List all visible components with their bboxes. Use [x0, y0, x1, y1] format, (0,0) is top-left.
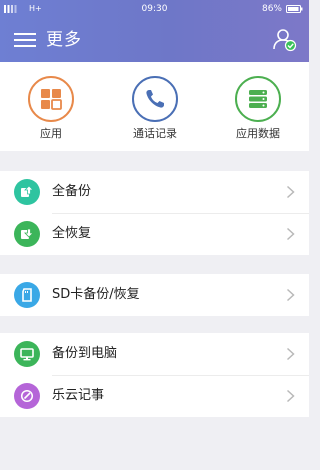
app-bar: 更多 [0, 20, 309, 60]
quick-actions: 应用 通话记录 应用数据 [0, 62, 309, 151]
list-item-sd-card[interactable]: SD卡备份/恢复 [0, 274, 309, 316]
sd-card-icon [14, 282, 40, 308]
list-item-label: 全恢复 [52, 226, 92, 241]
quick-action-label: 通话记录 [133, 127, 177, 140]
battery-icon [286, 5, 303, 13]
chevron-right-icon [286, 288, 295, 302]
apps-grid-icon [28, 76, 74, 122]
quick-action-app-data[interactable]: 应用数据 [218, 76, 298, 146]
menu-icon[interactable] [14, 31, 36, 49]
header: H+ 09:30 86% 更多 [0, 0, 309, 62]
battery-percent: 86% [261, 4, 282, 14]
phone-icon [132, 76, 178, 122]
list-item-full-backup[interactable]: 全备份 [0, 171, 309, 213]
chevron-right-icon [286, 347, 295, 361]
list-item-label: SD卡备份/恢复 [52, 287, 140, 302]
quick-action-call-log[interactable]: 通话记录 [115, 76, 195, 146]
list-item-cloud-notes[interactable]: 乐云记事 [0, 375, 309, 417]
list-item-full-restore[interactable]: 全恢复 [0, 213, 309, 255]
list-item-label: 全备份 [52, 184, 92, 199]
chevron-right-icon [286, 227, 295, 241]
list-item-label: 备份到电脑 [52, 346, 118, 361]
chevron-right-icon [286, 185, 295, 199]
page-title: 更多 [46, 30, 82, 50]
quick-action-label: 应用数据 [236, 127, 280, 140]
account-icon[interactable] [271, 26, 297, 52]
list-item-label: 乐云记事 [52, 388, 105, 403]
sd-card-group: SD卡备份/恢复 [0, 274, 309, 316]
status-bar: H+ 09:30 86% [0, 0, 309, 18]
full-backup-icon [14, 179, 40, 205]
notes-icon [14, 383, 40, 409]
backup-group: 全备份 全恢复 [0, 171, 309, 255]
chevron-right-icon [286, 389, 295, 403]
computer-icon [14, 341, 40, 367]
quick-action-label: 应用 [40, 127, 62, 140]
database-icon [235, 76, 281, 122]
cloud-group: 备份到电脑 乐云记事 [0, 333, 309, 417]
quick-action-apps[interactable]: 应用 [11, 76, 91, 146]
list-item-backup-to-pc[interactable]: 备份到电脑 [0, 333, 309, 375]
full-restore-icon [14, 221, 40, 247]
